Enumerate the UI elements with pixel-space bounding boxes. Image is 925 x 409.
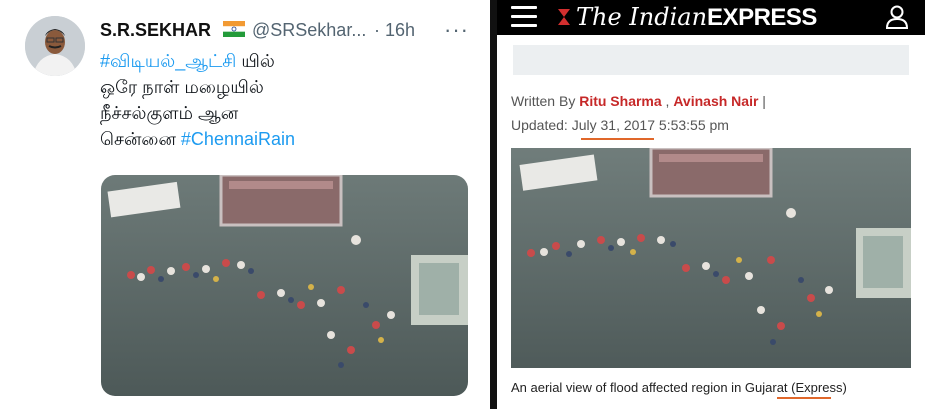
tweet-line: #விடியல்_ஆட்சி யில் [100, 48, 470, 74]
author-link[interactable]: Avinash Nair [673, 93, 758, 109]
place-underline-annotation [777, 397, 831, 399]
ad-placeholder [513, 45, 909, 75]
tweet-card: S.R.SEKHAR @SRSekhar... · 16h ··· #விடிய… [0, 0, 490, 409]
tweet-line-text: சென்னை [100, 129, 181, 149]
site-logo[interactable]: The IndianEXPRESS [576, 3, 817, 32]
tweet-photo[interactable] [101, 175, 468, 396]
caption-suffix: (Express) [787, 380, 847, 395]
byline-prefix: Written By [511, 93, 580, 109]
hashtag-link[interactable]: #விடியல்_ஆட்சி [100, 51, 236, 71]
updated-prefix: Updated: [511, 117, 572, 133]
updated-date: July 31, 2017 [571, 117, 656, 133]
hamburger-menu-icon[interactable] [511, 6, 537, 28]
logo-italic-text: The Indian [576, 3, 708, 31]
updated-timestamp: Updated: July 31, 2017 5:53:55 pm [511, 117, 729, 133]
date-underline-annotation [581, 138, 654, 140]
byline: Written By Ritu Sharma , Avinash Nair | [511, 93, 766, 109]
caption-place: Gujarat [744, 380, 788, 395]
byline-suffix: | [758, 93, 766, 109]
article-photo[interactable] [511, 148, 911, 368]
more-dots-icon[interactable]: ··· [444, 17, 469, 43]
author-link[interactable]: Ritu Sharma [579, 93, 661, 109]
hashtag-link[interactable]: #ChennaiRain [181, 129, 295, 149]
article-body: Written By Ritu Sharma , Avinash Nair | … [497, 35, 925, 409]
caption-prefix: An aerial view of flood affected region … [511, 380, 745, 395]
updated-time: 5:53:55 pm [655, 117, 729, 133]
tweet-line-text: யில் [236, 51, 275, 71]
separator: · [374, 20, 380, 40]
logo-bold-text: EXPRESS [707, 4, 817, 31]
news-article-screenshot: The IndianEXPRESS Written By Ritu Sharma… [497, 0, 925, 409]
display-name[interactable]: S.R.SEKHAR [100, 20, 211, 41]
express-logo-mark-icon [558, 9, 570, 25]
tweet-line: சென்னை #ChennaiRain [100, 126, 470, 152]
user-handle[interactable]: @SRSekhar... [252, 20, 366, 41]
tweet-line: நீச்சல்குளம் ஆன [100, 103, 239, 123]
site-header: The IndianEXPRESS [497, 0, 925, 35]
tweet-text: #விடியல்_ஆட்சி யில் ஒரே நாள் மழையில் நீச… [100, 48, 470, 152]
tweet-time[interactable]: · 16h [374, 20, 415, 41]
user-account-icon[interactable] [884, 4, 910, 30]
byline-sep: , [661, 93, 674, 109]
timestamp: 16h [385, 20, 416, 40]
avatar[interactable] [25, 16, 85, 76]
photo-caption: An aerial view of flood affected region … [511, 380, 847, 395]
tweet-line: ஒரே நாள் மழையில் [100, 77, 264, 97]
india-flag-icon [223, 21, 245, 37]
